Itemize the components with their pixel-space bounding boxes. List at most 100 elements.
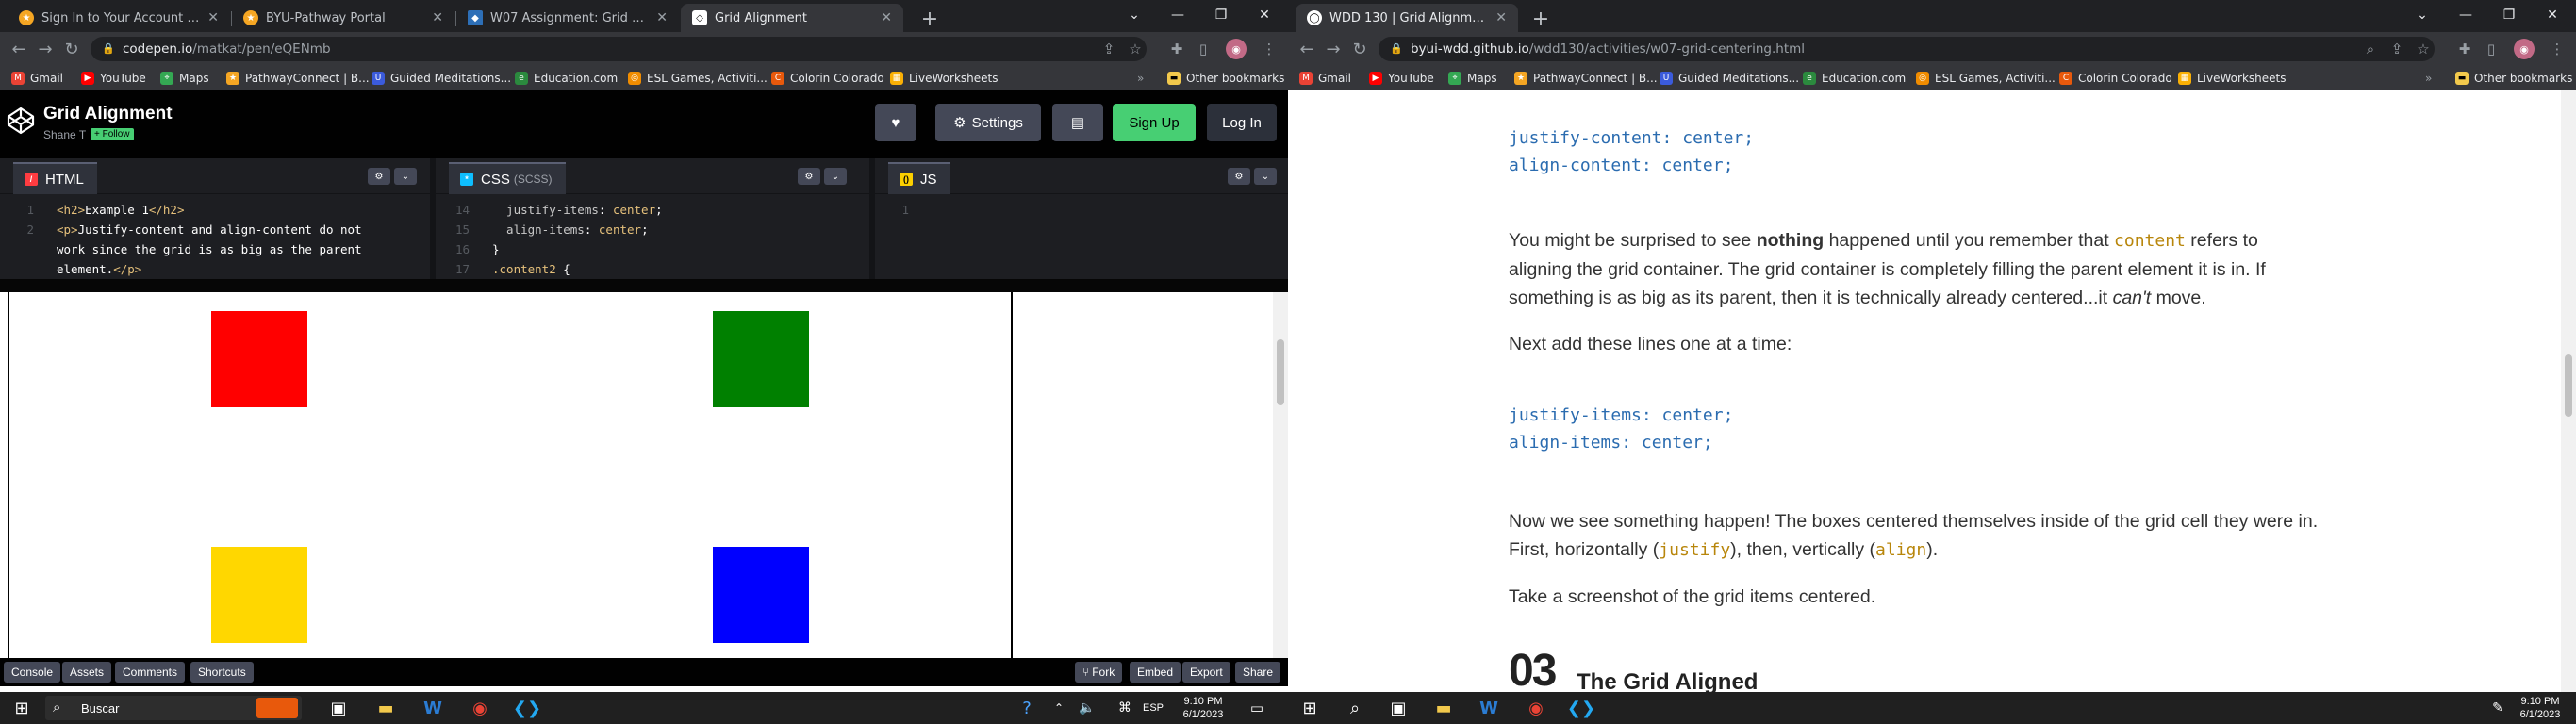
new-tab-plus-icon[interactable]: +	[916, 6, 943, 32]
share-icon[interactable]: ⇪	[1098, 38, 1120, 60]
profile-avatar-icon[interactable]: ◉	[1226, 39, 1247, 59]
console-button[interactable]: Console	[4, 662, 61, 683]
tab-search-chevron-icon[interactable]: ⌄	[2401, 0, 2444, 30]
back-arrow-icon[interactable]: ←	[6, 36, 32, 62]
layout-button[interactable]: ▤	[1052, 104, 1103, 141]
new-tab-plus-icon[interactable]: +	[1527, 6, 1554, 32]
file-explorer-icon-secondary[interactable]: ▬	[1431, 696, 1456, 720]
tab-grid-alignment[interactable]: ◇ Grid Alignment ✕	[681, 4, 903, 32]
bookmark-esl-games[interactable]: ◎ ESL Games, Activiti...	[628, 70, 768, 87]
other-bookmarks[interactable]: ▬ Other bookmarks	[2455, 70, 2572, 87]
bookmark-pathwayconnect[interactable]: ★ PathwayConnect | B...	[226, 70, 370, 87]
close-tab-icon[interactable]: ✕	[656, 10, 668, 25]
bookmarks-overflow-icon[interactable]: »	[2425, 70, 2432, 87]
js-pane[interactable]: () JS ⚙ ⌄ 1	[875, 158, 1288, 279]
vscode-icon-secondary[interactable]: ❮❯	[1567, 696, 1595, 720]
bookmark-gmail[interactable]: M Gmail	[1299, 70, 1351, 87]
windows-start-icon-secondary[interactable]: ⊞	[1297, 696, 1322, 720]
task-view-icon[interactable]: ▣	[326, 696, 351, 720]
other-bookmarks[interactable]: ▬ Other bookmarks	[1167, 70, 1284, 87]
bookmark-maps[interactable]: ⌖ Maps	[160, 70, 209, 87]
codepen-logo-icon[interactable]	[6, 106, 36, 136]
clock-secondary[interactable]: 9:10 PM 6/1/2023	[2512, 695, 2568, 721]
follow-button[interactable]: + Follow	[91, 128, 134, 140]
side-panel-icon[interactable]: ▯	[1192, 38, 1214, 60]
css-pane[interactable]: * CSS (SCSS) ⚙ ⌄ 14 justify-items: center;…	[436, 158, 869, 279]
taskbar-search-box[interactable]: ⌕ Buscar	[45, 696, 302, 720]
close-window-icon[interactable]: ✕	[2531, 0, 2574, 30]
export-button[interactable]: Export	[1182, 662, 1230, 683]
share-button[interactable]: Share	[1235, 662, 1281, 683]
assets-button[interactable]: Assets	[62, 662, 112, 683]
notifications-icon[interactable]: ▭	[1245, 696, 1269, 720]
preview-scrollbar[interactable]	[1273, 292, 1288, 658]
bookmark-youtube[interactable]: ▶ YouTube	[81, 70, 146, 87]
bookmark-colorin-colorado[interactable]: C Colorin Colorado	[771, 70, 884, 87]
bookmark-star-icon[interactable]: ☆	[1124, 38, 1147, 60]
task-view-icon-secondary[interactable]: ▣	[1386, 696, 1411, 720]
tab-byu-signin[interactable]: ★ Sign In to Your Account | BYU-Pa ✕	[8, 4, 230, 32]
bookmark-liveworksheets[interactable]: ▦ LiveWorksheets	[890, 70, 998, 87]
close-window-icon[interactable]: ✕	[1243, 0, 1286, 30]
tab-wdd130-grid-alignment[interactable]: ◯ WDD 130 | Grid Alignment ✕	[1296, 4, 1518, 32]
back-arrow-icon[interactable]: ←	[1294, 36, 1320, 62]
pane-settings-gear-icon[interactable]: ⚙	[1228, 168, 1250, 185]
bookmark-education-com[interactable]: e Education.com	[1803, 70, 1906, 87]
reload-icon[interactable]: ↻	[58, 36, 85, 62]
bookmark-youtube[interactable]: ▶ YouTube	[1369, 70, 1434, 87]
extensions-puzzle-icon[interactable]: ✚	[2453, 38, 2476, 60]
tab-w07-assignment[interactable]: ◆ W07 Assignment: Grid Alignment ✕	[456, 4, 679, 32]
login-button[interactable]: Log In	[1207, 104, 1277, 141]
bookmark-liveworksheets[interactable]: ▦ LiveWorksheets	[2178, 70, 2286, 87]
menu-dots-icon[interactable]: ⋮	[1258, 38, 1280, 60]
side-panel-icon[interactable]: ▯	[2480, 38, 2502, 60]
pane-settings-gear-icon[interactable]: ⚙	[798, 168, 820, 185]
vscode-icon[interactable]: ❮❯	[513, 696, 541, 720]
fork-button[interactable]: ⑂ Fork	[1075, 662, 1123, 683]
close-tab-icon[interactable]: ✕	[432, 10, 443, 25]
bookmark-guided-meditations[interactable]: U Guided Meditations...	[372, 70, 511, 87]
tab-search-chevron-icon[interactable]: ⌄	[1113, 0, 1156, 30]
address-bar[interactable]: 🔒 codepen.io/matkat/pen/eQENmb	[91, 37, 1147, 61]
search-icon-secondary[interactable]: ⌕	[1343, 696, 1367, 720]
heart-button[interactable]: ♥	[875, 104, 916, 141]
tray-chevron-icon[interactable]: ⌃	[1047, 696, 1071, 720]
address-bar[interactable]: 🔒 byui-wdd.github.io/wdd130/activities/w…	[1379, 37, 2435, 61]
pane-collapse-chevron-icon[interactable]: ⌄	[1254, 168, 1277, 185]
pane-collapse-chevron-icon[interactable]: ⌄	[394, 168, 417, 185]
share-icon[interactable]: ⇪	[2386, 38, 2408, 60]
forward-arrow-icon[interactable]: →	[32, 36, 58, 62]
clock[interactable]: 9:10 PM 6/1/2023	[1175, 695, 1231, 721]
chrome-icon[interactable]: ◉	[468, 696, 492, 720]
bookmark-esl-games[interactable]: ◎ ESL Games, Activiti...	[1916, 70, 2056, 87]
restore-icon[interactable]: ❐	[2487, 0, 2531, 30]
signup-button[interactable]: Sign Up	[1113, 104, 1196, 141]
volume-icon[interactable]: 🔈	[1075, 696, 1099, 720]
profile-avatar-icon[interactable]: ◉	[2514, 39, 2535, 59]
menu-dots-icon[interactable]: ⋮	[2546, 38, 2568, 60]
css-tab[interactable]: * CSS (SCSS)	[449, 162, 566, 194]
pen-author[interactable]: Shane T	[43, 128, 86, 141]
bookmark-colorin-colorado[interactable]: C Colorin Colorado	[2059, 70, 2172, 87]
windows-start-icon[interactable]: ⊞	[9, 696, 34, 720]
scrollbar-thumb[interactable]	[2565, 354, 2572, 417]
settings-button[interactable]: ⚙ Settings	[935, 104, 1041, 141]
bookmark-star-icon[interactable]: ☆	[2412, 38, 2435, 60]
page-scrollbar[interactable]	[2561, 90, 2576, 692]
bookmark-gmail[interactable]: M Gmail	[11, 70, 63, 87]
forward-arrow-icon[interactable]: →	[1320, 36, 1346, 62]
pane-settings-gear-icon[interactable]: ⚙	[368, 168, 390, 185]
preview-resize-handle[interactable]	[0, 279, 1288, 292]
restore-icon[interactable]: ❐	[1199, 0, 1243, 30]
bookmark-education-com[interactable]: e Education.com	[515, 70, 618, 87]
word-icon-secondary[interactable]: W	[1477, 696, 1501, 720]
extensions-puzzle-icon[interactable]: ✚	[1165, 38, 1188, 60]
minimize-icon[interactable]: —	[1156, 0, 1199, 30]
word-icon[interactable]: W	[421, 696, 445, 720]
close-tab-icon[interactable]: ✕	[1495, 10, 1507, 25]
embed-button[interactable]: Embed	[1130, 662, 1181, 683]
comments-button[interactable]: Comments	[115, 662, 186, 683]
close-tab-icon[interactable]: ✕	[207, 10, 219, 25]
close-tab-icon[interactable]: ✕	[881, 10, 892, 25]
language-indicator[interactable]: ESP	[1143, 701, 1164, 715]
